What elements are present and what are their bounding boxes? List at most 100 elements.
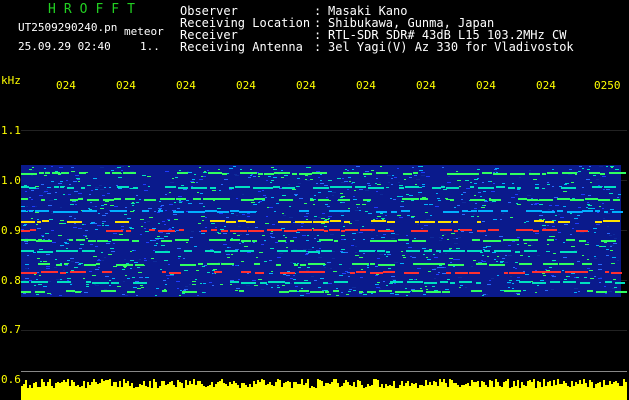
gridline	[21, 130, 627, 131]
noise-pixel	[51, 230, 54, 231]
signal-bar	[561, 384, 563, 400]
noise-pixel	[328, 180, 332, 181]
noise-pixel	[197, 192, 199, 193]
noise-pixel	[484, 201, 488, 202]
noise-pixel	[69, 216, 72, 217]
noise-pixel	[465, 180, 469, 181]
noise-pixel	[174, 219, 178, 220]
noise-pixel	[155, 238, 159, 239]
noise-pixel	[111, 251, 115, 252]
noise-pixel	[69, 184, 71, 185]
noise-pixel	[301, 223, 304, 224]
noise-pixel	[459, 287, 461, 288]
noise-pixel	[328, 216, 332, 217]
noise-pixel	[39, 275, 41, 276]
noise-pixel	[618, 194, 621, 195]
noise-pixel	[593, 228, 597, 229]
noise-pixel	[172, 227, 174, 228]
noise-pixel	[252, 280, 256, 281]
noise-pixel	[394, 177, 397, 178]
noise-pixel	[298, 183, 301, 184]
noise-pixel	[483, 249, 485, 250]
noise-pixel	[141, 226, 143, 227]
noise-pixel	[318, 287, 321, 288]
noise-pixel	[524, 243, 527, 244]
signal-bar	[103, 381, 105, 400]
carrier-segment	[387, 221, 395, 223]
carrier-segment	[37, 221, 41, 223]
noise-pixel	[478, 262, 482, 263]
carrier-segment	[450, 282, 455, 284]
carrier-segment	[289, 290, 297, 292]
noise-pixel	[358, 207, 361, 208]
signal-bar	[251, 387, 253, 400]
noise-pixel	[564, 184, 567, 185]
signal-bar	[39, 387, 41, 400]
noise-pixel	[586, 207, 588, 208]
carrier-segment	[441, 186, 445, 188]
time-tick-label: 024	[56, 79, 76, 92]
carrier-segment	[125, 198, 135, 200]
noise-pixel	[461, 199, 463, 200]
carrier-segment	[440, 281, 448, 283]
noise-pixel	[60, 279, 62, 280]
noise-pixel	[382, 219, 384, 220]
noise-pixel	[169, 228, 171, 229]
carrier-segment	[214, 251, 221, 253]
noise-pixel	[244, 246, 248, 247]
noise-pixel	[533, 203, 535, 204]
noise-pixel	[516, 293, 520, 294]
carrier-segment	[209, 239, 226, 241]
signal-bar	[371, 385, 373, 400]
carrier-segment	[21, 272, 37, 274]
noise-pixel	[145, 277, 149, 278]
carrier-segment	[489, 199, 501, 201]
noise-pixel	[235, 175, 239, 176]
info-label-antenna: Receiving Antenna	[180, 40, 303, 54]
carrier-segment	[407, 281, 423, 283]
noise-pixel	[400, 206, 404, 207]
signal-bar	[341, 386, 343, 400]
noise-pixel	[308, 249, 312, 250]
noise-pixel	[379, 288, 381, 289]
noise-pixel	[238, 279, 240, 280]
noise-pixel	[177, 201, 179, 202]
noise-pixel	[156, 243, 158, 244]
noise-pixel	[95, 206, 97, 207]
signal-bar	[533, 379, 535, 400]
noise-pixel	[177, 208, 180, 209]
noise-pixel	[574, 277, 576, 278]
noise-pixel	[24, 224, 27, 225]
noise-pixel	[183, 290, 186, 291]
noise-pixel	[90, 223, 93, 224]
carrier-segment	[368, 187, 384, 189]
noise-pixel	[199, 203, 203, 204]
noise-pixel	[482, 255, 484, 256]
noise-pixel	[459, 186, 461, 187]
noise-pixel	[411, 217, 414, 218]
noise-pixel	[104, 187, 106, 188]
y-tick-label: 0.9	[1, 224, 21, 237]
signal-bar	[493, 387, 495, 400]
noise-pixel	[450, 262, 452, 263]
noise-pixel	[487, 284, 491, 285]
noise-pixel	[220, 229, 224, 230]
signal-bar	[559, 384, 561, 400]
noise-pixel	[229, 168, 233, 169]
noise-pixel	[105, 201, 109, 202]
carrier-segment	[41, 271, 58, 273]
noise-pixel	[247, 227, 249, 228]
carrier-segment	[126, 230, 131, 232]
noise-pixel	[400, 263, 404, 264]
carrier-segment	[589, 172, 600, 174]
signal-bar	[511, 387, 513, 400]
signal-bar	[363, 388, 365, 400]
signal-bar	[477, 381, 479, 400]
carrier-segment	[557, 198, 570, 200]
noise-pixel	[130, 171, 134, 172]
noise-pixel	[406, 295, 408, 296]
noise-pixel	[552, 169, 554, 170]
noise-pixel	[105, 213, 108, 214]
noise-pixel	[81, 197, 83, 198]
noise-pixel	[367, 265, 369, 266]
